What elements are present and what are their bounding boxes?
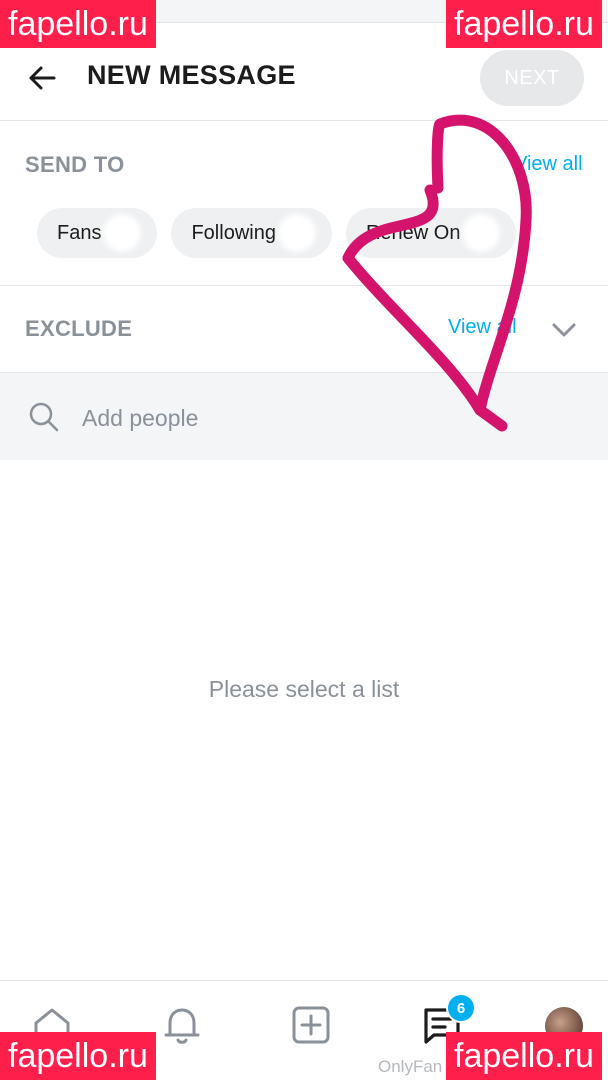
send-to-label: SEND TO (25, 152, 125, 177)
chip-fans[interactable]: Fans (37, 208, 158, 258)
arrow-left-icon (29, 66, 56, 90)
bell-icon[interactable] (160, 1003, 204, 1047)
exclude-section[interactable]: EXCLUDE View all (0, 286, 608, 373)
send-to-view-all-link[interactable]: View all (514, 153, 583, 176)
list-chips: Fans Following Renew On (37, 208, 517, 258)
back-button[interactable] (22, 58, 62, 98)
chevron-down-icon[interactable] (548, 314, 580, 346)
exclude-label: EXCLUDE (25, 316, 133, 341)
search-icon (29, 402, 59, 432)
redacted-count (466, 218, 497, 248)
search-bar (0, 373, 608, 460)
app-caption: OnlyFan (378, 1057, 443, 1076)
redacted-count (281, 218, 312, 248)
messages-badge: 6 (446, 993, 476, 1023)
chip-renew-on[interactable]: Renew On (345, 208, 517, 258)
watermark-bottom-right: fapello.ru (446, 1032, 602, 1080)
watermark-top-right: fapello.ru (446, 0, 602, 48)
chip-following[interactable]: Following (171, 208, 332, 258)
next-button[interactable]: NEXT (480, 50, 584, 106)
chip-label: Fans (57, 221, 102, 244)
add-people-input[interactable] (80, 393, 564, 443)
chip-label: Renew On (365, 221, 461, 244)
page-title: NEW MESSAGE (87, 60, 296, 90)
empty-state-text: Please select a list (208, 676, 400, 702)
send-to-section: SEND TO View all Fans Following Renew On (0, 121, 608, 286)
exclude-view-all-link[interactable]: View all (448, 316, 517, 339)
watermark-top-left: fapello.ru (0, 0, 156, 48)
redacted-count (107, 218, 138, 248)
watermark-bottom-left: fapello.ru (0, 1032, 156, 1080)
chip-label: Following (191, 221, 276, 244)
plus-square-icon[interactable] (289, 1003, 333, 1047)
